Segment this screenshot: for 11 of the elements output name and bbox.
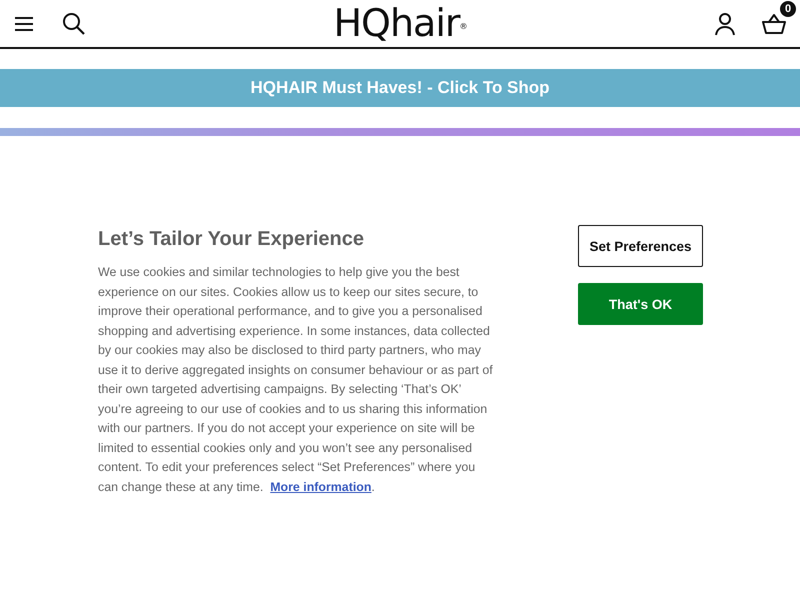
preferences-button[interactable]: Set Preferences [578, 225, 703, 267]
cookie-title: Let’s Tailor Your Experience [98, 228, 366, 251]
more-information-link[interactable]: More information [270, 480, 372, 494]
account-icon[interactable] [714, 12, 736, 36]
menu-icon[interactable] [14, 16, 34, 32]
search-icon[interactable] [62, 12, 86, 36]
cookie-text: We use cookies and similar technologies to help give you the best experience on our sites. Cookies allow us to keep our sites secure, to improve their operational performance, and to give you a personalised shopping and advertising experience. In some instances, data collected by our cookies may also be disclosed to third party partners, who may use it to derive aggregated insights on consumer behaviour or as part of their own targeted advertising campaigns. By selecting ‘That’s OK’ you’re agreeing to our use of cookies and to us sharing this information with our partners. If you do not accept your experience on site will be limited to essential cookies only and you won’t see any personalised content. To edit your preferences select “Set Preferences” where you can change these at any time. More information. [98, 264, 494, 496]
basket-count-badge: 0 [780, 0, 796, 16]
accept-button[interactable]: That's OK [578, 283, 703, 325]
basket-icon[interactable] [762, 12, 786, 34]
logo[interactable]: HQhair$^{®}$ [333, 2, 467, 44]
